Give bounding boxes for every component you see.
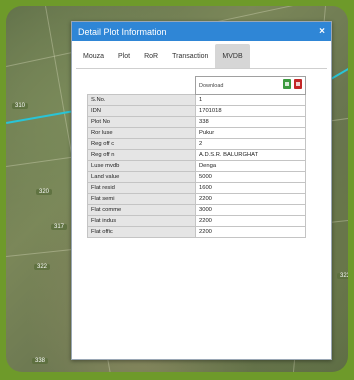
row-value: 5000 bbox=[195, 171, 306, 183]
table-row: Flat indus 2200 bbox=[87, 215, 306, 227]
row-label: Ror luse bbox=[87, 127, 196, 139]
table-row: Plot No 338 bbox=[87, 116, 306, 128]
download-row: Download bbox=[88, 76, 306, 95]
map-plot-label: 320 bbox=[36, 189, 53, 195]
tab-ror[interactable]: RoR bbox=[137, 44, 165, 68]
row-label: Reg off c bbox=[87, 138, 196, 150]
map-plot-label: 322 bbox=[34, 264, 51, 270]
row-label: IDN bbox=[87, 105, 196, 117]
tab-transaction[interactable]: Transaction bbox=[165, 44, 215, 68]
dialog-title: Detail Plot Information bbox=[78, 26, 167, 37]
map-plot-label: 338 bbox=[32, 358, 49, 364]
row-value: 2 bbox=[195, 138, 306, 150]
row-value: 2200 bbox=[195, 226, 306, 238]
tab-divider bbox=[76, 68, 327, 69]
table-row: Flat resid 1600 bbox=[87, 182, 306, 194]
row-value: A.D.S.R. BALURGHAT bbox=[195, 149, 306, 161]
row-value: 3000 bbox=[195, 204, 306, 216]
row-label: S.No. bbox=[87, 94, 196, 106]
tab-plot[interactable]: Plot bbox=[111, 44, 137, 68]
tab-mvdb[interactable]: MVDB bbox=[215, 44, 250, 68]
close-icon[interactable]: × bbox=[319, 26, 325, 37]
row-label: Flat semi bbox=[87, 193, 196, 205]
row-value: 2200 bbox=[195, 215, 306, 227]
row-value: Denga bbox=[195, 160, 306, 172]
download-label: Download bbox=[199, 82, 224, 89]
row-value: 1701018 bbox=[195, 105, 306, 117]
map-plot-label: 317 bbox=[51, 224, 68, 230]
table-row: Ror luse Pukur bbox=[87, 127, 306, 139]
table-row: Land value 5000 bbox=[87, 171, 306, 183]
row-value: 1 bbox=[195, 94, 306, 106]
row-label: Flat comme bbox=[87, 204, 196, 216]
dialog-titlebar: Detail Plot Information × bbox=[72, 22, 331, 41]
row-label: Flat resid bbox=[87, 182, 196, 194]
table-row: Reg off c2 bbox=[87, 138, 306, 150]
download-cell: Download bbox=[195, 76, 306, 95]
row-value: 2200 bbox=[195, 193, 306, 205]
row-value: 338 bbox=[195, 116, 306, 128]
map-plot-label: 323 bbox=[337, 273, 348, 279]
table-row: Luse mvdb Denga bbox=[87, 160, 306, 172]
pdf-icon[interactable] bbox=[294, 79, 302, 89]
row-label: Flat indus bbox=[87, 215, 196, 227]
row-label: Luse mvdb bbox=[87, 160, 196, 172]
tab-mouza[interactable]: Mouza bbox=[76, 44, 111, 68]
row-value: 1600 bbox=[195, 182, 306, 194]
row-label: Land value bbox=[87, 171, 196, 183]
mvdb-panel: Download S.No. 1 IDN 1701018 Plot No 338 Ror l… bbox=[87, 76, 306, 238]
plot-info-dialog: Detail Plot Information × Mouza Plot RoR… bbox=[71, 21, 332, 360]
row-label: Flat offic bbox=[87, 226, 196, 238]
map-plot-label: 310 bbox=[12, 103, 29, 109]
tab-bar: Mouza Plot RoR Transaction MVDB bbox=[72, 44, 331, 68]
mvdb-table: Download S.No. 1 IDN 1701018 Plot No 338 Ror l… bbox=[87, 76, 306, 238]
table-row: S.No. 1 bbox=[87, 94, 306, 106]
row-value: Pukur bbox=[195, 127, 306, 139]
table-row: IDN 1701018 bbox=[87, 105, 306, 117]
table-row: Reg off n A.D.S.R. BALURGHAT bbox=[87, 149, 306, 161]
excel-icon[interactable] bbox=[283, 79, 291, 89]
row-label: Plot No bbox=[87, 116, 196, 128]
table-row: Flat offic 2200 bbox=[87, 226, 306, 238]
table-row: Flat comme 3000 bbox=[87, 204, 306, 216]
row-label: Reg off n bbox=[87, 149, 196, 161]
table-row: Flat semi 2200 bbox=[87, 193, 306, 205]
